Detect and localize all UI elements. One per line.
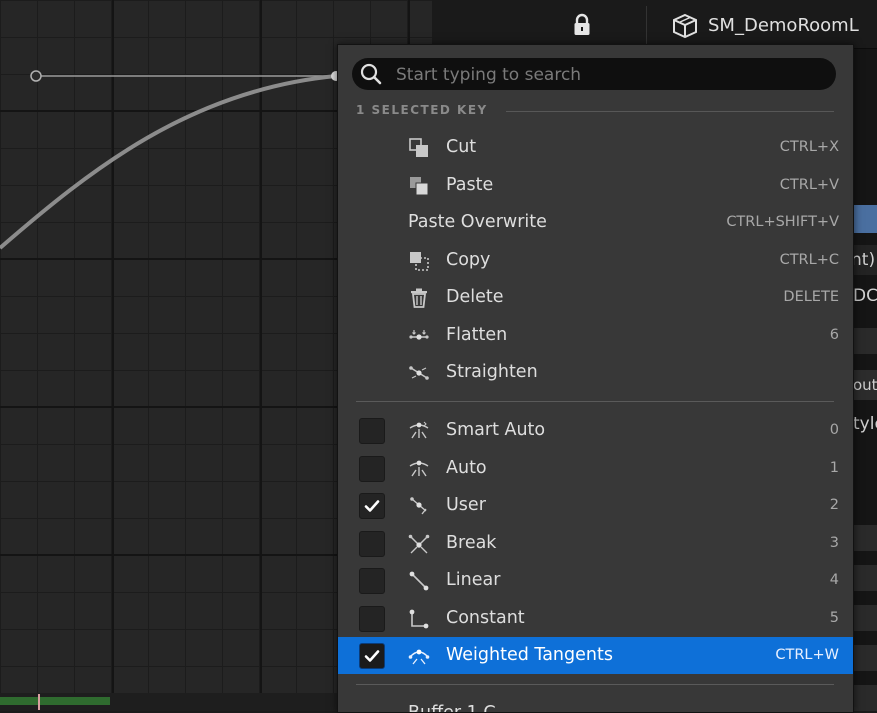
menu-item-label: Flatten	[446, 325, 508, 345]
checkbox[interactable]	[359, 606, 385, 632]
copy-icon	[410, 252, 429, 271]
constant-tangent-icon	[409, 609, 429, 629]
checkmark-icon	[364, 500, 380, 512]
paste-icon	[410, 177, 429, 196]
side-text-fragment: tyle	[853, 414, 877, 434]
menu-item-label: Delete	[446, 287, 504, 307]
menu-item-weighted-tangents[interactable]: Weighted Tangents CTRL+W	[338, 637, 853, 674]
menu-item-shortcut: 1	[829, 460, 839, 476]
timeline-playhead[interactable]	[38, 694, 40, 710]
break-tangent-icon	[408, 534, 430, 554]
menu-item-shortcut: 0	[829, 422, 839, 438]
menu-item-shortcut: CTRL+W	[775, 647, 839, 663]
user-tangent-icon	[410, 497, 427, 515]
menu-item-shortcut: CTRL+SHIFT+V	[726, 214, 839, 230]
animation-curve[interactable]	[0, 74, 337, 250]
menu-item-shortcut: 3	[829, 535, 839, 551]
section-header: 1 SELECTED KEY	[356, 103, 488, 117]
menu-separator	[356, 401, 834, 402]
menu-item-shortcut: 4	[829, 572, 839, 588]
smart-auto-tangent-icon	[409, 421, 429, 439]
menu-item-partial[interactable]: Buffer 1 C	[408, 703, 496, 712]
menu-item-constant[interactable]: Constant 5	[338, 600, 853, 637]
menu-item-label: Linear	[446, 570, 501, 590]
menu-item-label: Cut	[446, 137, 477, 157]
menu-item-paste-overwrite[interactable]: Paste Overwrite CTRL+SHIFT+V	[338, 204, 853, 241]
straighten-icon	[409, 366, 429, 380]
checkbox-checked[interactable]	[359, 643, 385, 669]
linear-tangent-icon	[409, 571, 429, 591]
checkbox[interactable]	[359, 531, 385, 557]
weighted-tangents-icon	[408, 649, 430, 665]
menu-item-label: Smart Auto	[446, 420, 546, 440]
checkmark-icon	[364, 650, 380, 662]
menu-item-shortcut: CTRL+C	[779, 252, 839, 268]
tangent-handle-point[interactable]	[30, 70, 42, 82]
menu-item-label: Paste Overwrite	[408, 212, 547, 232]
trash-icon	[411, 288, 427, 308]
menu-item-copy[interactable]: Copy CTRL+C	[338, 242, 853, 279]
side-row[interactable]	[853, 645, 877, 671]
flatten-icon	[409, 330, 429, 340]
menu-item-label: User	[446, 495, 486, 515]
checkbox[interactable]	[359, 456, 385, 482]
search-box[interactable]	[352, 58, 836, 92]
auto-tangent-icon	[409, 460, 429, 477]
object-name-label[interactable]: SM_DemoRoomL	[708, 15, 859, 36]
section-divider	[506, 111, 834, 112]
cut-icon	[409, 138, 428, 157]
search-icon	[360, 63, 382, 85]
menu-item-shortcut: DELETE	[783, 289, 839, 305]
menu-item-auto[interactable]: Auto 1	[338, 450, 853, 487]
menu-item-shortcut: 6	[829, 327, 839, 343]
side-row[interactable]	[853, 605, 877, 631]
side-row[interactable]	[853, 685, 877, 711]
key-context-menu: 1 SELECTED KEY Cut CTRL+X Paste CTRL+V P…	[337, 44, 854, 713]
menu-item-label: Paste	[446, 175, 494, 195]
side-row[interactable]	[853, 525, 877, 551]
menu-item-label: Weighted Tangents	[446, 645, 613, 665]
menu-item-shortcut: 5	[829, 610, 839, 626]
menu-item-label: Break	[446, 533, 497, 553]
static-mesh-icon	[673, 13, 697, 39]
menu-item-smart-auto[interactable]: Smart Auto 0	[338, 412, 853, 449]
menu-item-delete[interactable]: Delete DELETE	[338, 279, 853, 316]
menu-item-shortcut: CTRL+X	[779, 139, 839, 155]
menu-item-label: Constant	[446, 608, 525, 628]
side-text-fragment: DC	[853, 286, 877, 306]
lock-icon[interactable]	[570, 13, 594, 37]
side-row[interactable]	[853, 565, 877, 591]
menu-item-label: Auto	[446, 458, 487, 478]
menu-item-paste[interactable]: Paste CTRL+V	[338, 167, 853, 204]
side-row[interactable]	[851, 328, 877, 354]
timeline-range-fill	[0, 697, 110, 705]
checkbox-checked[interactable]	[359, 493, 385, 519]
menu-item-break[interactable]: Break 3	[338, 525, 853, 562]
menu-item-shortcut: CTRL+V	[779, 177, 839, 193]
menu-separator	[356, 684, 834, 685]
menu-item-label: Copy	[446, 250, 491, 270]
menu-item-flatten[interactable]: Flatten 6	[338, 317, 853, 354]
search-input[interactable]	[394, 58, 828, 92]
menu-item-linear[interactable]: Linear 4	[338, 562, 853, 599]
side-text-fragment: out	[853, 376, 877, 394]
menu-item-straighten[interactable]: Straighten	[338, 354, 853, 391]
menu-item-shortcut: 2	[829, 497, 839, 513]
menu-item-cut[interactable]: Cut CTRL+X	[338, 129, 853, 166]
checkbox[interactable]	[359, 568, 385, 594]
topbar-divider	[646, 6, 647, 44]
checkbox[interactable]	[359, 418, 385, 444]
menu-item-user[interactable]: User 2	[338, 487, 853, 524]
menu-item-label: Straighten	[446, 362, 538, 382]
side-text-fragment: nt)	[851, 250, 876, 270]
